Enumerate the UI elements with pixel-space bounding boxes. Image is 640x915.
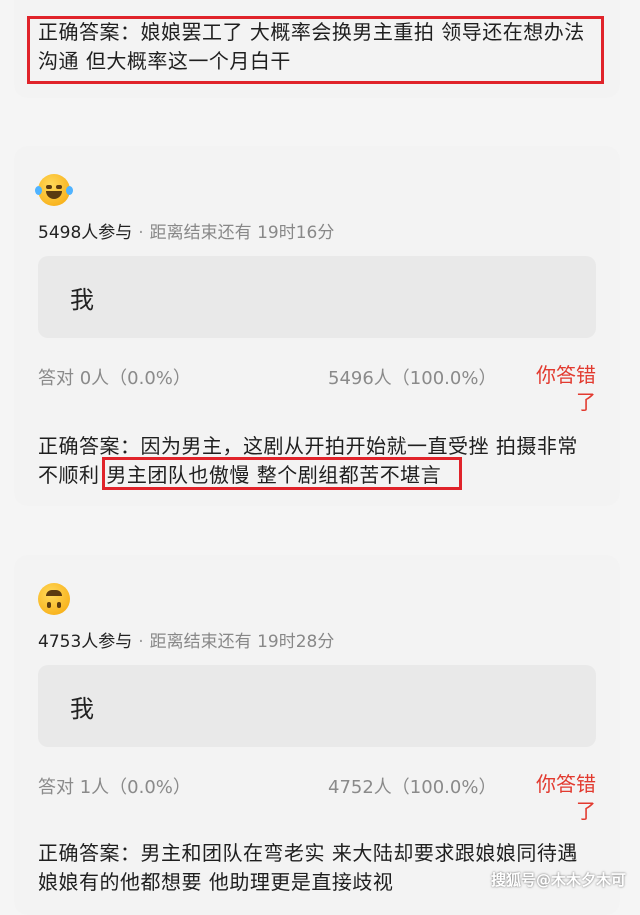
- option-label: 我: [70, 695, 94, 723]
- watermark: 搜狐号@木木夕木可: [490, 871, 626, 889]
- separator-dot: ·: [138, 223, 144, 243]
- countdown: 距离结束还有 19时16分: [149, 223, 335, 243]
- quiz-card-2: 5498人参与 · 距离结束还有 19时16分 我 答对 0人（0.0%） 5496…: [14, 146, 620, 506]
- result-wrong: 你答错了: [536, 772, 596, 823]
- countdown: 距离结束还有 19时28分: [149, 632, 335, 652]
- participants-info: 5498人参与 · 距离结束还有 19时16分: [38, 218, 334, 243]
- participants-info: 4753人参与 · 距离结束还有 19时28分: [38, 627, 334, 652]
- answer-text-1: 正确答案：娘娘罢工了 大概率会换男主重拍 领导还在想办法 沟通 但大概率这一个月…: [38, 20, 585, 73]
- upside-down-face-emoji-icon: [38, 583, 70, 615]
- correct-stat: 答对 0人（0.0%）: [38, 368, 191, 389]
- participant-count: 4753人参与: [38, 632, 133, 652]
- correct-stat: 答对 1人（0.0%）: [38, 777, 191, 798]
- wrong-stat: 5496人（100.0%）: [328, 368, 497, 389]
- quiz-option[interactable]: 我: [38, 665, 596, 747]
- quiz-option[interactable]: 我: [38, 256, 596, 338]
- participant-count: 5498人参与: [38, 223, 133, 243]
- result-wrong: 你答错了: [536, 363, 596, 414]
- quiz-card-3: 4753人参与 · 距离结束还有 19时28分 我 答对 1人（0.0%） 4752…: [14, 555, 620, 915]
- option-label: 我: [70, 286, 94, 314]
- wrong-stat: 4752人（100.0%）: [328, 777, 497, 798]
- separator-dot: ·: [138, 632, 144, 652]
- answer-text-2: 正确答案：因为男主，这剧从开拍开始就一直受挫 拍摄非常 不顺利 男主团队也傲慢 …: [38, 434, 578, 487]
- laughing-tears-emoji-icon: [35, 174, 73, 206]
